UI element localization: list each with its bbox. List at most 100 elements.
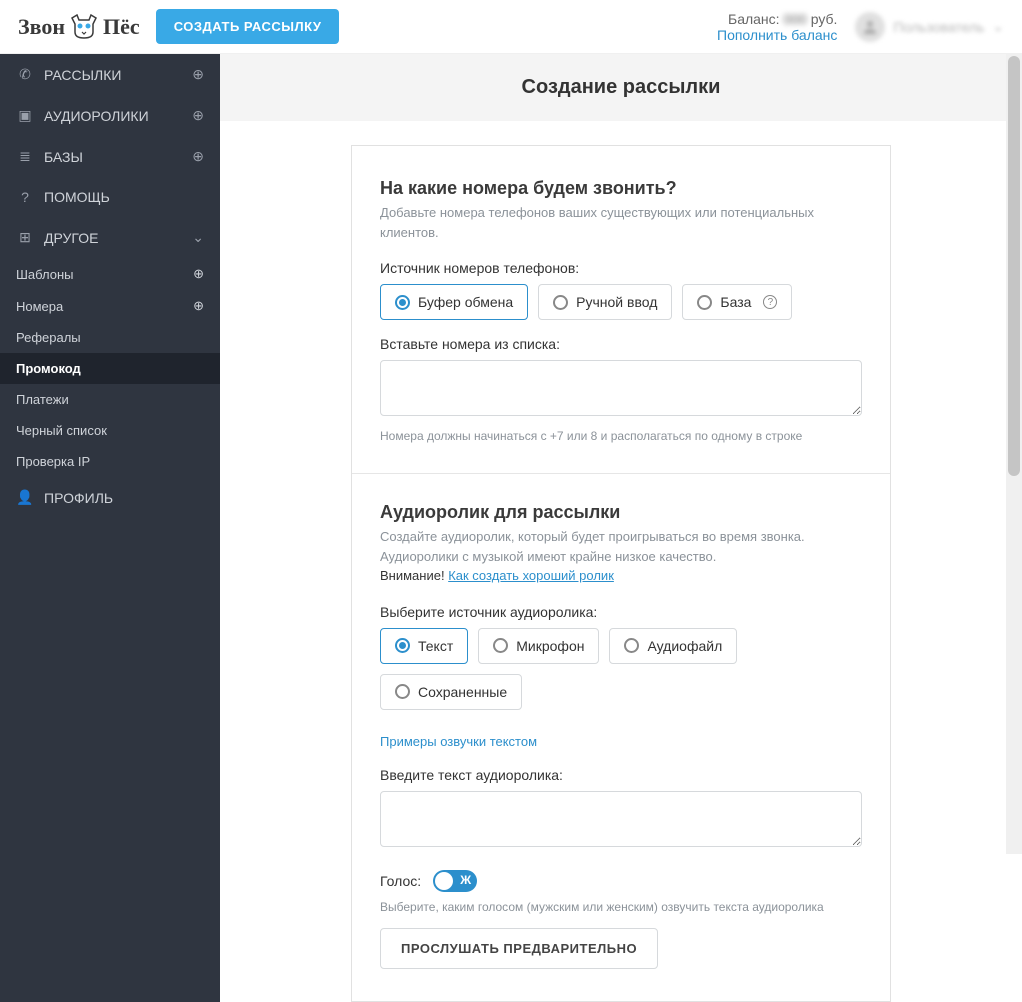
- radio-label: Аудиофайл: [647, 638, 722, 654]
- logo[interactable]: Звон Пёс: [18, 14, 140, 40]
- radio-audiofile[interactable]: Аудиофайл: [609, 628, 737, 664]
- plus-icon[interactable]: ⊕: [193, 298, 204, 314]
- logo-text-left: Звон: [18, 14, 65, 40]
- sidebar-sub-templates[interactable]: Шаблоны ⊕: [0, 258, 220, 290]
- radio-label: База: [720, 294, 751, 310]
- radio-microphone[interactable]: Микрофон: [478, 628, 599, 664]
- sidebar-sub-blacklist[interactable]: Черный список: [0, 415, 220, 446]
- numbers-section-desc: Добавьте номера телефонов ваших существу…: [380, 203, 862, 242]
- radio-saved[interactable]: Сохраненные: [380, 674, 522, 710]
- radio-icon: [697, 295, 712, 310]
- balance-currency: руб.: [811, 11, 838, 27]
- help-icon[interactable]: ?: [763, 295, 777, 309]
- radio-clipboard[interactable]: Буфер обмена: [380, 284, 528, 320]
- radio-text[interactable]: Текст: [380, 628, 468, 664]
- sidebar-label: БАЗЫ: [44, 149, 192, 165]
- radio-icon: [395, 638, 410, 653]
- database-icon: ≣: [16, 148, 34, 165]
- radio-icon: [395, 684, 410, 699]
- radio-icon: [624, 638, 639, 653]
- radio-label: Микрофон: [516, 638, 584, 654]
- audio-section-desc: Создайте аудиоролик, который будет проиг…: [380, 527, 862, 586]
- radio-label: Буфер обмена: [418, 294, 513, 310]
- plus-icon[interactable]: ⊕: [193, 266, 204, 282]
- plus-icon[interactable]: ⊕: [192, 107, 204, 124]
- sidebar-sub-label: Номера: [16, 299, 193, 314]
- radio-icon: [395, 295, 410, 310]
- numbers-textarea[interactable]: [380, 360, 862, 416]
- voice-hint: Выберите, каким голосом (мужским или жен…: [380, 898, 862, 916]
- sidebar-sub-label: Промокод: [16, 361, 204, 376]
- sidebar-sub-promocode[interactable]: Промокод: [0, 353, 220, 384]
- sidebar-label: ДРУГОЕ: [44, 230, 192, 246]
- radio-manual[interactable]: Ручной ввод: [538, 284, 672, 320]
- sidebar-label: ПОМОЩЬ: [44, 189, 204, 205]
- topup-balance-link[interactable]: Пополнить баланс: [717, 27, 837, 43]
- balance-block: Баланс: 000 руб. Пополнить баланс: [717, 11, 837, 43]
- sidebar-sub-ipcheck[interactable]: Проверка IP: [0, 446, 220, 477]
- chevron-down-icon: ⌄: [992, 18, 1004, 35]
- audio-section-title: Аудиоролик для рассылки: [380, 502, 862, 523]
- preview-button[interactable]: ПРОСЛУШАТЬ ПРЕДВАРИТЕЛЬНО: [380, 928, 658, 969]
- sidebar-sub-numbers[interactable]: Номера ⊕: [0, 290, 220, 322]
- sidebar-item-campaigns[interactable]: ✆ РАССЫЛКИ ⊕: [0, 54, 220, 95]
- sidebar-label: РАССЫЛКИ: [44, 67, 192, 83]
- radio-icon: [553, 295, 568, 310]
- sidebar-sub-label: Черный список: [16, 423, 204, 438]
- divider: [352, 473, 890, 474]
- sidebar-sub-referrals[interactable]: Рефералы: [0, 322, 220, 353]
- sidebar: ✆ РАССЫЛКИ ⊕ ▣ АУДИОРОЛИКИ ⊕ ≣ БАЗЫ ⊕ ? …: [0, 54, 220, 1002]
- radio-label: Сохраненные: [418, 684, 507, 700]
- sidebar-item-help[interactable]: ? ПОМОЩЬ: [0, 177, 220, 217]
- sidebar-sub-label: Рефералы: [16, 330, 204, 345]
- form-card: На какие номера будем звонить? Добавьте …: [351, 145, 891, 1002]
- user-menu[interactable]: Пользователь ⌄: [855, 12, 1004, 42]
- paste-numbers-label: Вставьте номера из списка:: [380, 336, 862, 352]
- sidebar-label: АУДИОРОЛИКИ: [44, 108, 192, 124]
- warning-label: Внимание!: [380, 568, 445, 583]
- numbers-section-title: На какие номера будем звонить?: [380, 178, 862, 199]
- plus-icon[interactable]: ⊕: [192, 148, 204, 165]
- radio-label: Ручной ввод: [576, 294, 657, 310]
- radio-icon: [493, 638, 508, 653]
- sidebar-sub-label: Проверка IP: [16, 454, 204, 469]
- numbers-hint: Номера должны начинаться с +7 или 8 и ра…: [380, 427, 862, 445]
- sidebar-item-other[interactable]: ⊞ ДРУГОЕ ⌄: [0, 217, 220, 258]
- person-icon: 👤: [16, 489, 34, 506]
- radio-database[interactable]: База ?: [682, 284, 792, 320]
- play-icon: ▣: [16, 107, 34, 124]
- sidebar-sub-label: Шаблоны: [16, 267, 193, 282]
- scrollbar[interactable]: [1006, 54, 1022, 854]
- dog-icon: [69, 14, 99, 40]
- toggle-value: Ж: [460, 873, 471, 887]
- tts-examples-link[interactable]: Примеры озвучки текстом: [380, 734, 537, 749]
- page-title: Создание рассылки: [220, 54, 1022, 121]
- how-to-create-link[interactable]: Как создать хороший ролик: [448, 568, 614, 583]
- sidebar-item-profile[interactable]: 👤 ПРОФИЛЬ: [0, 477, 220, 518]
- sidebar-item-bases[interactable]: ≣ БАЗЫ ⊕: [0, 136, 220, 177]
- question-icon: ?: [16, 189, 34, 205]
- sidebar-label: ПРОФИЛЬ: [44, 490, 204, 506]
- balance-label: Баланс:: [728, 11, 780, 27]
- balance-value: 000: [783, 11, 806, 27]
- numbers-source-label: Источник номеров телефонов:: [380, 260, 862, 276]
- voice-label: Голос:: [380, 873, 421, 889]
- sidebar-sub-label: Платежи: [16, 392, 204, 407]
- audio-text-label: Введите текст аудиоролика:: [380, 767, 862, 783]
- radio-label: Текст: [418, 638, 453, 654]
- audio-text-textarea[interactable]: [380, 791, 862, 847]
- person-icon: [862, 19, 878, 35]
- avatar: [855, 12, 885, 42]
- phone-icon: ✆: [16, 66, 34, 83]
- scroll-thumb[interactable]: [1008, 56, 1020, 476]
- sidebar-sub-payments[interactable]: Платежи: [0, 384, 220, 415]
- chevron-down-icon: ⌄: [192, 229, 204, 246]
- audio-source-label: Выберите источник аудиоролика:: [380, 604, 862, 620]
- grid-icon: ⊞: [16, 229, 34, 246]
- logo-text-right: Пёс: [103, 14, 140, 40]
- plus-icon[interactable]: ⊕: [192, 66, 204, 83]
- user-name: Пользователь: [893, 19, 984, 35]
- sidebar-item-audio[interactable]: ▣ АУДИОРОЛИКИ ⊕: [0, 95, 220, 136]
- create-campaign-button[interactable]: СОЗДАТЬ РАССЫЛКУ: [156, 9, 340, 44]
- voice-gender-toggle[interactable]: Ж: [433, 870, 477, 892]
